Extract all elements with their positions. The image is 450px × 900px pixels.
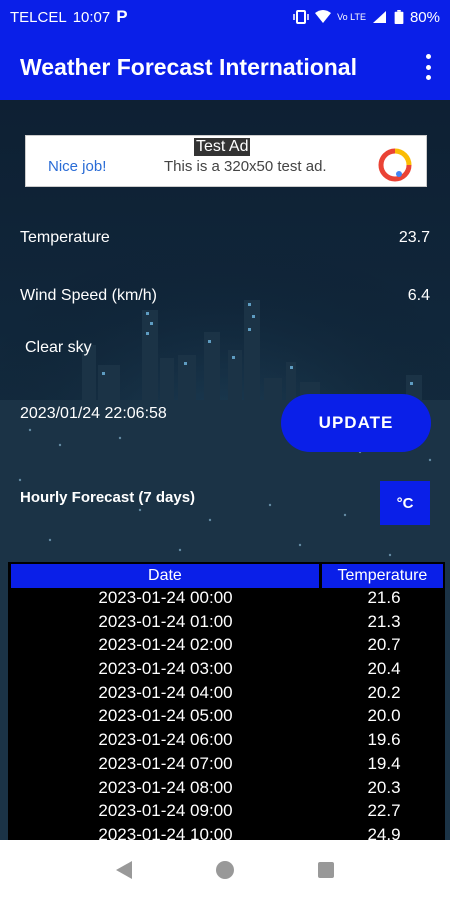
status-time: 10:07 <box>72 8 111 26</box>
table-row: 2023-01-24 05:00 20.0 <box>8 706 445 730</box>
row-date: 2023-01-24 04:00 <box>98 682 233 702</box>
row-temperature: 20.2 <box>367 682 401 702</box>
back-icon[interactable] <box>116 861 132 879</box>
row-temperature: 20.7 <box>367 635 401 655</box>
row-temperature: 24.9 <box>367 824 401 840</box>
temperature-value: 23.7 <box>398 229 430 246</box>
ad-banner[interactable]: Test Ad Nice job! This is a 320x50 test … <box>25 135 427 187</box>
vibrate-icon <box>293 10 309 24</box>
row-temperature: 22.7 <box>367 801 401 821</box>
row-temperature: 19.6 <box>367 730 401 750</box>
wind-speed-label: Wind Speed (km/h) <box>20 287 157 304</box>
row-date: 2023-01-24 06:00 <box>98 730 233 750</box>
recent-apps-icon[interactable] <box>318 862 334 878</box>
update-button[interactable]: UPDATE <box>281 394 431 452</box>
ad-cta[interactable]: Nice job! <box>48 158 106 175</box>
row-temperature: 21.3 <box>367 611 401 631</box>
signal-icon <box>372 11 386 23</box>
app-title: Weather Forecast International <box>20 53 357 80</box>
table-row: 2023-01-24 04:00 20.2 <box>8 683 445 707</box>
table-row: 2023-01-24 06:00 19.6 <box>8 730 445 754</box>
status-bar: TELCEL 10:07 P Vo LTE 80% <box>0 0 450 34</box>
table-row: 2023-01-24 07:00 19.4 <box>8 754 445 778</box>
table-row: 2023-01-24 10:00 24.9 <box>8 825 445 840</box>
table-row: 2023-01-24 08:00 20.3 <box>8 778 445 802</box>
hourly-forecast-title: Hourly Forecast (7 days) <box>20 489 196 506</box>
battery-level: 80% <box>409 8 440 26</box>
table-row: 2023-01-24 09:00 22.7 <box>8 801 445 825</box>
network-type: Vo LTE <box>337 11 366 22</box>
wind-speed-value: 6.4 <box>407 287 430 304</box>
last-updated-timestamp: 2023/01/24 22:06:58 <box>20 405 167 422</box>
app-notification-icon: P <box>116 7 128 26</box>
weather-condition: Clear sky <box>25 339 92 356</box>
row-temperature: 19.4 <box>367 753 401 773</box>
unit-toggle-button[interactable]: °C <box>380 481 430 525</box>
home-icon[interactable] <box>216 861 234 879</box>
battery-icon <box>394 10 404 24</box>
row-date: 2023-01-24 08:00 <box>98 777 233 797</box>
row-temperature: 20.3 <box>367 777 401 797</box>
wifi-icon <box>315 10 332 23</box>
row-temperature: 20.0 <box>367 706 401 726</box>
table-header: Date Temperature <box>11 564 443 588</box>
column-header-date: Date <box>11 564 319 588</box>
app-bar: Weather Forecast International <box>0 34 450 100</box>
table-row: 2023-01-24 00:00 21.6 <box>8 588 445 612</box>
row-date: 2023-01-24 09:00 <box>98 801 233 821</box>
forecast-table[interactable]: Date Temperature 2023-01-24 00:00 21.6 20… <box>8 562 445 840</box>
table-row: 2023-01-24 01:00 21.3 <box>8 612 445 636</box>
overflow-menu-icon[interactable] <box>420 54 436 80</box>
column-header-temperature: Temperature <box>321 564 443 588</box>
ad-label: Test Ad <box>194 138 251 156</box>
ad-logo-icon <box>378 148 412 182</box>
row-date: 2023-01-24 01:00 <box>98 611 233 631</box>
row-date: 2023-01-24 03:00 <box>98 659 233 679</box>
ad-text: This is a 320x50 test ad. <box>164 158 327 175</box>
row-date: 2023-01-24 02:00 <box>98 635 233 655</box>
table-row: 2023-01-24 02:00 20.7 <box>8 635 445 659</box>
row-date: 2023-01-24 00:00 <box>98 588 233 607</box>
system-navigation-bar <box>0 840 450 900</box>
temperature-label: Temperature <box>20 229 110 246</box>
row-temperature: 20.4 <box>367 659 401 679</box>
row-temperature: 21.6 <box>367 588 401 607</box>
row-date: 2023-01-24 07:00 <box>98 753 233 773</box>
row-date: 2023-01-24 10:00 <box>98 824 233 840</box>
row-date: 2023-01-24 05:00 <box>98 706 233 726</box>
table-row: 2023-01-24 03:00 20.4 <box>8 659 445 683</box>
carrier-name: TELCEL <box>10 8 67 26</box>
